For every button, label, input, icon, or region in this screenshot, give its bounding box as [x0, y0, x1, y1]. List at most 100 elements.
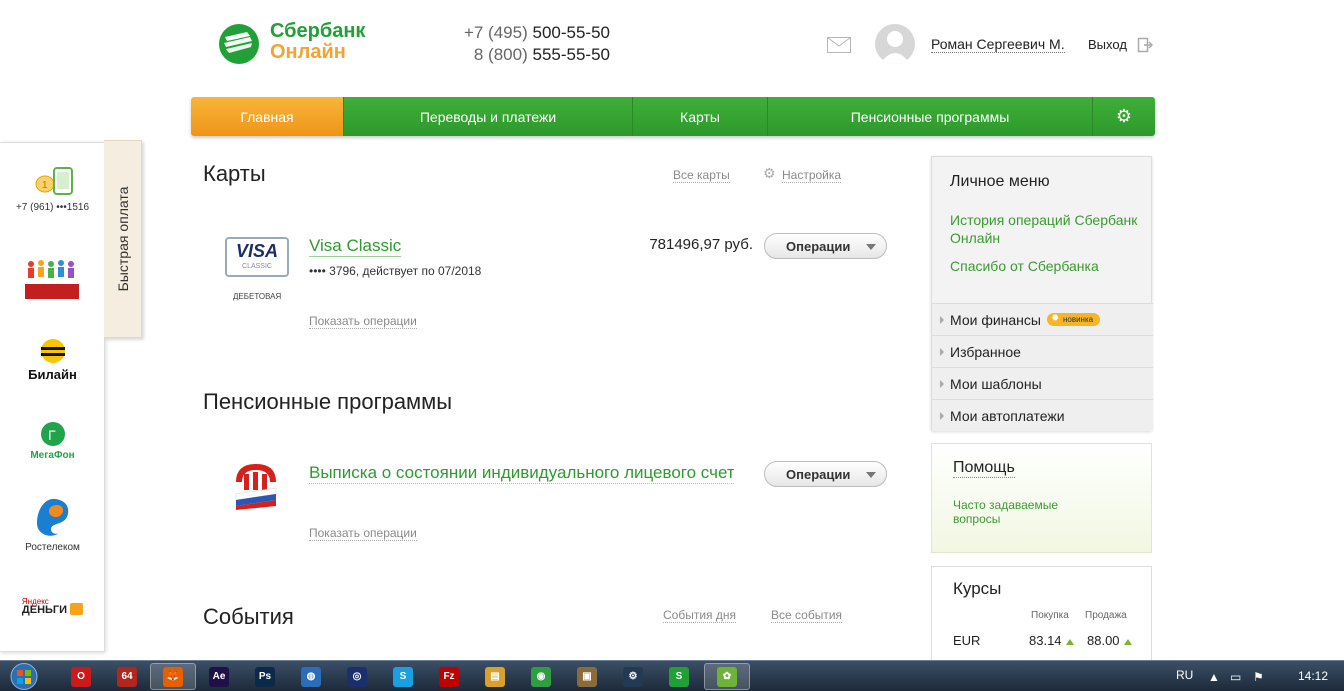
- menu-templates[interactable]: Мои шаблоны: [932, 367, 1153, 399]
- phone-2: 8 (800) 555-55-50: [440, 44, 610, 66]
- taskbar-app-opera[interactable]: O: [58, 663, 104, 690]
- personal-menu-title: Личное меню: [950, 173, 1050, 190]
- arrow-up-icon: [1123, 638, 1132, 645]
- filezilla-icon: Fz: [439, 666, 459, 687]
- visa-card-logo[interactable]: VISA CLASSIC: [225, 237, 289, 277]
- menu-my-finances[interactable]: Мои финансы новинка: [932, 303, 1153, 335]
- quick-pay-charity[interactable]: [0, 255, 105, 306]
- taskbar-app-filezilla[interactable]: Fz: [426, 663, 472, 690]
- opera-icon: O: [71, 666, 91, 687]
- photoshop-icon: Ps: [255, 666, 275, 687]
- triangle-right-icon: [940, 316, 944, 324]
- windows-taskbar: O 64 🦊 Ae Ps ◍ ◎ S Fz ▤ ◉ ▣ ⚙ S ✿ RU ▲ ▭ ⚑ 14:12: [0, 660, 1344, 691]
- triangle-right-icon: [940, 380, 944, 388]
- arrow-up-icon: [1065, 638, 1074, 645]
- nav-settings[interactable]: ⚙: [1093, 97, 1155, 136]
- all-cards-link[interactable]: Все карты: [673, 168, 730, 183]
- quick-pay-megafon[interactable]: Г МегаФон: [0, 421, 105, 461]
- all-events-link[interactable]: Все события: [771, 608, 843, 623]
- taskbar-app-globe[interactable]: ◍: [288, 663, 334, 690]
- charity-people-icon: [24, 260, 79, 299]
- clock[interactable]: 14:12: [1298, 669, 1328, 683]
- chevron-down-icon: [866, 244, 876, 250]
- visa-logo-sub: CLASSIC: [242, 263, 272, 270]
- svg-text:Г: Г: [48, 427, 56, 443]
- menu-templates-label: Мои шаблоны: [950, 375, 1042, 392]
- flag-icon[interactable]: ⚑: [1253, 670, 1264, 684]
- pension-operations-label: Операции: [786, 466, 851, 482]
- nav-transfers-payments[interactable]: Переводы и платежи: [344, 97, 633, 136]
- taskbar-app-after-effects[interactable]: Ae: [196, 663, 242, 690]
- logout-icon[interactable]: [1137, 37, 1153, 53]
- card-show-operations-link[interactable]: Показать операции: [309, 314, 417, 329]
- taskbar-app-photoshop[interactable]: Ps: [242, 663, 288, 690]
- nav-pension-programs[interactable]: Пенсионные программы: [768, 97, 1093, 136]
- logout-link[interactable]: Выход: [1088, 37, 1127, 52]
- visa-logo-text: VISA: [235, 241, 278, 261]
- cards-settings-link[interactable]: Настройка: [782, 168, 842, 183]
- taskbar-app-firefox[interactable]: 🦊: [150, 663, 196, 690]
- quick-pay-rostelecom[interactable]: Ростелеком: [0, 497, 105, 553]
- card-name-link[interactable]: Visa Classic: [309, 236, 402, 257]
- icq-icon: ✿: [717, 666, 737, 687]
- quick-pay-beeline[interactable]: Билайн: [0, 338, 105, 382]
- quick-pay-mobile[interactable]: 1 +7 (961) •••1516: [0, 165, 105, 213]
- rate-sell-value: 88.00: [1087, 633, 1120, 648]
- chevron-down-icon: [866, 472, 876, 478]
- beeline-label: Билайн: [28, 367, 77, 382]
- triangle-right-icon: [940, 412, 944, 420]
- rates-buy-header: Покупка: [1031, 610, 1069, 621]
- globe-icon: ◍: [301, 666, 321, 687]
- main-nav: Главная Переводы и платежи Карты Пенсион…: [191, 97, 1155, 136]
- events-section-title: События: [203, 604, 294, 629]
- card-operations-button[interactable]: Операции: [764, 233, 887, 259]
- pension-statement-link[interactable]: Выписка о состоянии индивидуального лице…: [309, 463, 734, 484]
- pension-operations-button[interactable]: Операции: [764, 461, 887, 487]
- triangle-right-icon: [940, 348, 944, 356]
- rates-sell-header: Продажа: [1085, 610, 1127, 621]
- taskbar-app-explorer[interactable]: ▤: [472, 663, 518, 690]
- nav-cards[interactable]: Карты: [633, 97, 768, 136]
- user-name-link[interactable]: Роман Сергеевич М.: [931, 36, 1065, 53]
- firefox-icon: 🦊: [163, 666, 183, 687]
- taskbar-app-chrome[interactable]: ◉: [518, 663, 564, 690]
- phone-2-prefix: 8 (800): [473, 45, 528, 64]
- windows-start-icon[interactable]: [4, 662, 44, 691]
- taskbar-app-sber[interactable]: S: [656, 663, 702, 690]
- taskbar-app-app-64[interactable]: 64: [104, 663, 150, 690]
- pension-fund-logo[interactable]: [232, 460, 280, 510]
- nav-home[interactable]: Главная: [191, 97, 344, 136]
- day-events-link[interactable]: События дня: [663, 608, 736, 623]
- app-window-icon: ▣: [577, 666, 597, 687]
- taskbar-app-steam[interactable]: ⚙: [610, 663, 656, 690]
- logo-text: Сбербанк Онлайн: [270, 21, 365, 63]
- quick-pay-yandex-money[interactable]: Яндекс ДЕНЬГИ: [0, 597, 105, 616]
- menu-my-finances-label: Мои финансы: [950, 311, 1041, 328]
- taskbar-app-skype[interactable]: S: [380, 663, 426, 690]
- quick-pay-tab[interactable]: Быстрая оплата: [104, 140, 142, 338]
- menu-autopayments[interactable]: Мои автоплатежи: [932, 399, 1153, 431]
- faq-link[interactable]: Часто задаваемые вопросы: [953, 498, 1083, 526]
- gear-icon: ⚙: [1115, 106, 1133, 126]
- card-balance: 781496,97 руб.: [649, 236, 753, 253]
- avatar[interactable]: [875, 24, 915, 64]
- help-title[interactable]: Помощь: [953, 459, 1015, 478]
- mail-icon[interactable]: [827, 37, 851, 53]
- phone-coin-icon: 1: [35, 167, 73, 195]
- settings-gear-icon[interactable]: ⚙: [763, 165, 776, 182]
- cinema-icon: ◎: [347, 666, 367, 687]
- pension-show-operations-link[interactable]: Показать операции: [309, 526, 417, 541]
- spasibo-link[interactable]: Спасибо от Сбербанка: [950, 257, 1140, 275]
- taskbar-app-cinema[interactable]: ◎: [334, 663, 380, 690]
- tray-expand-icon[interactable]: ▲: [1208, 670, 1220, 684]
- rostelecom-icon: [36, 499, 68, 536]
- language-indicator[interactable]: RU: [1176, 668, 1193, 682]
- history-link[interactable]: История операций Сбербанк Онлайн: [950, 211, 1140, 247]
- network-icon[interactable]: ▭: [1230, 670, 1241, 684]
- taskbar-app-app-window[interactable]: ▣: [564, 663, 610, 690]
- menu-favorites[interactable]: Избранное: [932, 335, 1153, 367]
- card-details: •••• 3796, действует по 07/2018: [309, 264, 482, 278]
- taskbar-app-icq[interactable]: ✿: [704, 663, 750, 690]
- sberbank-logo[interactable]: Сбербанк Онлайн: [217, 21, 377, 65]
- phone-1-number: 500-55-50: [532, 23, 610, 42]
